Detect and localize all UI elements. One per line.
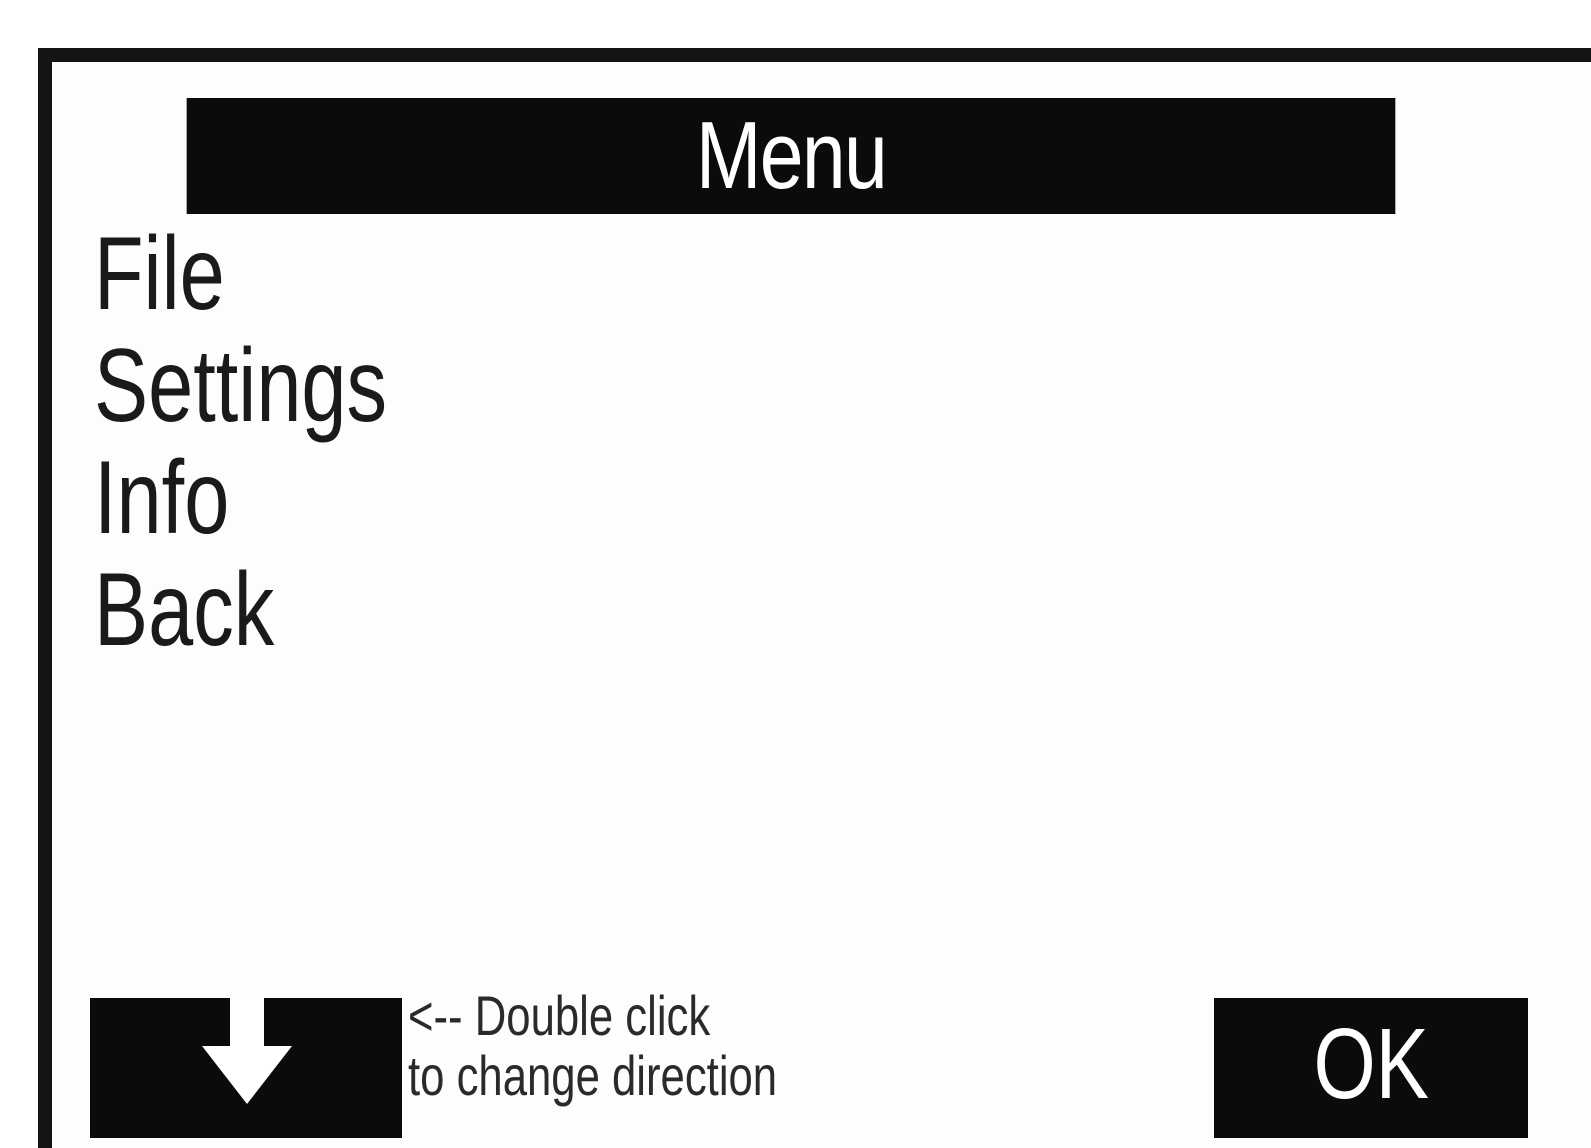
menu-item-settings[interactable]: Settings: [94, 330, 387, 442]
ok-button-label: OK: [1313, 1008, 1429, 1120]
direction-button[interactable]: [90, 994, 402, 1138]
ok-button[interactable]: OK: [1214, 998, 1528, 1138]
menu-item-file[interactable]: File: [94, 218, 387, 330]
direction-hint: <-- Double click to change direction: [408, 986, 777, 1106]
menu-item-back[interactable]: Back: [94, 554, 387, 666]
menu-title-bar: Menu: [186, 98, 1396, 214]
menu-item-info[interactable]: Info: [94, 442, 387, 554]
menu-list: File Settings Info Back: [94, 218, 470, 666]
hint-line-2: to change direction: [408, 1044, 778, 1107]
page-title: Menu: [695, 102, 888, 209]
hint-line-1: <-- Double click: [408, 984, 711, 1047]
arrow-down-icon: [202, 994, 292, 1104]
